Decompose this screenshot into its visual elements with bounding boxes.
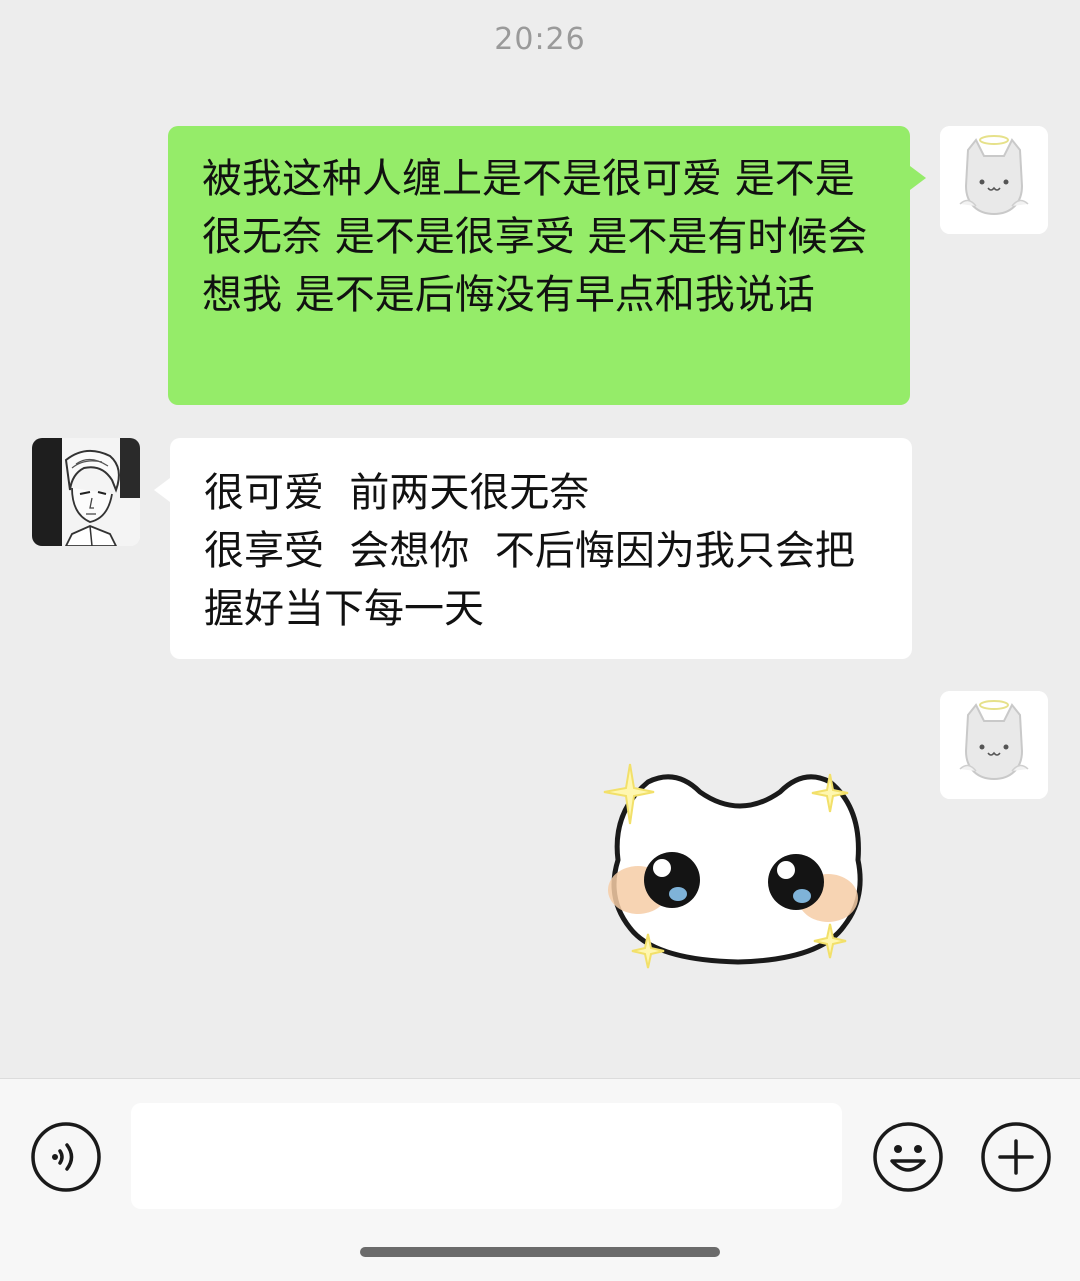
more-plus-button[interactable] <box>980 1121 1052 1193</box>
sent-message-bubble[interactable]: 被我这种人缠上是不是很可爱 是不是很无奈 是不是很享受 是不是有时候会想我 是不… <box>168 126 926 405</box>
my-avatar[interactable] <box>940 691 1048 799</box>
contact-avatar[interactable] <box>32 438 140 546</box>
emoji-button[interactable] <box>872 1121 944 1193</box>
my-avatar[interactable] <box>940 126 1048 234</box>
ghost-cat-avatar-icon <box>940 126 1048 234</box>
message-timestamp: 20:26 <box>494 22 586 57</box>
plus-icon <box>981 1122 1051 1192</box>
message-input[interactable] <box>131 1103 842 1209</box>
manga-man-avatar-icon <box>32 438 140 546</box>
cat-face-sticker-icon <box>603 763 863 969</box>
emoji-icon <box>873 1122 943 1192</box>
received-message-bubble[interactable]: 很可爱 前两天很无奈 很享受 会想你 不后悔因为我只会把握好当下每一天 <box>154 438 912 659</box>
home-indicator[interactable] <box>360 1247 720 1257</box>
voice-button[interactable] <box>30 1121 102 1193</box>
voice-icon <box>31 1122 101 1192</box>
chat-input-bar <box>0 1078 1080 1281</box>
ghost-cat-avatar-icon <box>940 691 1048 799</box>
sparkly-cat-face-sticker[interactable] <box>590 748 880 988</box>
